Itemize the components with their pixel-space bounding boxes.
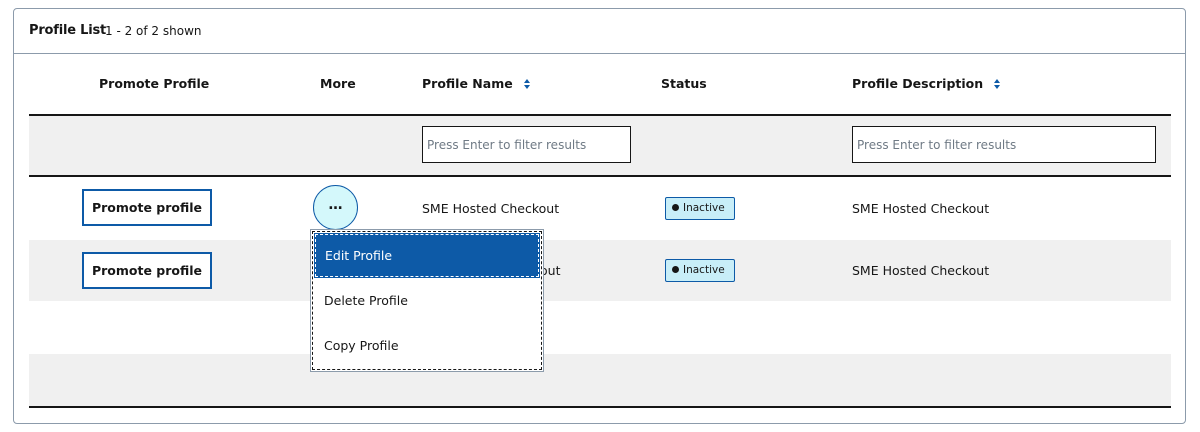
status-label: Inactive — [683, 202, 725, 214]
column-header-label: Status — [661, 76, 707, 91]
profile-description-cell: SME Hosted Checkout — [852, 263, 990, 278]
profile-description-cell: SME Hosted Checkout — [852, 201, 990, 216]
status-label: Inactive — [683, 264, 725, 276]
status-dot-icon — [672, 204, 679, 211]
empty-row-stripe — [29, 354, 1171, 406]
menu-item-copy-profile[interactable]: Copy Profile — [315, 324, 539, 367]
profile-description-filter-input[interactable] — [852, 126, 1156, 163]
status-dot-icon — [672, 266, 679, 273]
profile-name-cell: out — [540, 263, 561, 278]
filter-divider — [29, 175, 1171, 177]
status-badge: Inactive — [665, 197, 735, 220]
more-actions-button[interactable]: … — [313, 185, 358, 230]
menu-item-delete-profile[interactable]: Delete Profile — [315, 279, 539, 322]
panel-header: Profile List 1 - 2 of 2 shown — [14, 9, 1185, 54]
status-badge: Inactive — [665, 259, 735, 282]
sort-icon[interactable] — [523, 78, 531, 90]
column-header-label: Profile Name — [422, 76, 513, 91]
column-header-profile-name[interactable]: Profile Name — [422, 76, 531, 91]
ellipsis-icon: … — [328, 196, 343, 213]
column-header-promote-profile: Promote Profile — [99, 76, 209, 91]
column-header-label: More — [320, 76, 356, 91]
more-actions-menu: Edit Profile Delete Profile Copy Profile — [312, 231, 542, 370]
results-count: 1 - 2 of 2 shown — [105, 24, 202, 38]
sort-icon[interactable] — [993, 78, 1001, 90]
column-header-label: Profile Description — [852, 76, 984, 91]
column-header-status: Status — [661, 76, 707, 91]
column-header-profile-description[interactable]: Profile Description — [852, 76, 1001, 91]
table-bottom-divider — [29, 406, 1171, 408]
profile-name-cell: SME Hosted Checkout — [422, 201, 560, 216]
column-header-label: Promote Profile — [99, 76, 210, 91]
profile-name-filter-input[interactable] — [422, 126, 631, 163]
column-header-more: More — [320, 76, 356, 91]
promote-profile-button[interactable]: Promote profile — [82, 189, 212, 226]
menu-item-edit-profile[interactable]: Edit Profile — [314, 233, 540, 278]
promote-profile-button[interactable]: Promote profile — [82, 252, 212, 289]
panel-title: Profile List — [29, 23, 107, 38]
